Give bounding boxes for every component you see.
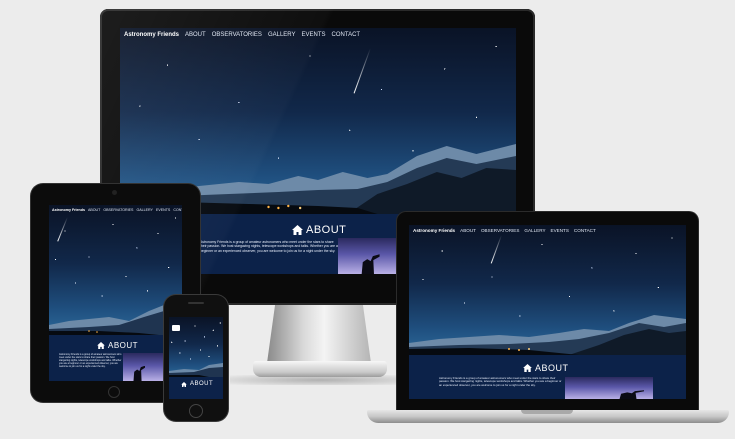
site-brand[interactable]: Astronomy Friends: [413, 228, 455, 233]
mountains: [49, 301, 182, 335]
nav-link-observatories[interactable]: OBSERVATORIES: [103, 208, 133, 212]
nav-link-gallery[interactable]: GALLERY: [268, 32, 296, 38]
site-brand[interactable]: Astronomy Friends: [124, 32, 179, 38]
about-text: Astronomy Friends is a group of amateur …: [200, 240, 338, 253]
about-heading: ABOUT: [181, 381, 213, 387]
about-heading-text: ABOUT: [306, 224, 347, 236]
hero-image: [49, 205, 182, 335]
astronomer-silhouette: [361, 254, 380, 274]
about-image: [123, 353, 165, 381]
nav-link-events[interactable]: EVENTS: [551, 228, 569, 233]
nav-link-about[interactable]: ABOUT: [88, 208, 100, 212]
macbook-screen: Astronomy Friends ABOUT OBSERVATORIES GA…: [409, 225, 686, 399]
about-section: ABOUT: [169, 377, 223, 399]
about-image: [565, 377, 653, 399]
nav-link-events[interactable]: EVENTS: [302, 32, 326, 38]
nav-link-contact[interactable]: CONTACT: [574, 228, 596, 233]
mountains: [169, 361, 223, 377]
hero-image: [409, 225, 686, 355]
about-section: ABOUT Astronomy Friends is a group of am…: [409, 355, 686, 399]
ipad-screen: Astronomy Friends ABOUT OBSERVATORIES GA…: [49, 205, 182, 381]
menu-toggle-icon[interactable]: [172, 325, 180, 331]
nav-link-observatories[interactable]: OBSERVATORIES: [481, 228, 519, 233]
about-section: ABOUT Astronomy Friends is a group of am…: [49, 335, 182, 381]
about-heading-text: ABOUT: [190, 381, 214, 387]
about-text: Astronomy Friends is a group of amateur …: [439, 376, 562, 387]
home-icon: [523, 364, 532, 372]
about-heading-text: ABOUT: [108, 341, 139, 350]
about-text: Astronomy Friends is a group of amateur …: [59, 353, 122, 368]
about-heading: ABOUT: [97, 341, 138, 350]
about-image: [338, 238, 402, 274]
nav-link-about[interactable]: ABOUT: [460, 228, 476, 233]
iphone-screen: ABOUT: [169, 317, 223, 399]
imac-stand-base: [253, 361, 387, 377]
ipad-camera: [112, 190, 117, 195]
nav-link-events[interactable]: EVENTS: [156, 208, 170, 212]
macbook-opening-notch: [521, 410, 573, 414]
site-brand[interactable]: Astronomy Friends: [52, 208, 85, 212]
home-icon: [292, 225, 303, 235]
about-heading-text: ABOUT: [535, 363, 569, 373]
ipad-home-button: [108, 386, 120, 398]
site-navbar: Astronomy Friends ABOUT OBSERVATORIES GA…: [409, 225, 686, 236]
astronomer-silhouette: [133, 365, 146, 381]
astronomer-silhouette: [619, 390, 645, 399]
iphone-home-button: [189, 404, 203, 418]
site-navbar: Astronomy Friends ABOUT OBSERVATORIES GA…: [49, 205, 182, 215]
nav-link-about[interactable]: ABOUT: [185, 32, 206, 38]
nav-link-gallery[interactable]: GALLERY: [136, 208, 153, 212]
iphone-speaker: [188, 302, 204, 304]
site-navbar: Astronomy Friends ABOUT OBSERVATORIES GA…: [120, 28, 516, 42]
nav-link-gallery[interactable]: GALLERY: [524, 228, 545, 233]
about-heading: ABOUT: [292, 224, 346, 236]
nav-link-contact[interactable]: CONTACT: [332, 32, 361, 38]
nav-link-observatories[interactable]: OBSERVATORIES: [212, 32, 262, 38]
home-icon: [181, 381, 187, 387]
nav-link-contact[interactable]: CONTACT: [173, 208, 182, 212]
about-heading: ABOUT: [523, 363, 569, 373]
imac-stand: [267, 303, 371, 363]
mountains: [409, 309, 686, 355]
home-icon: [97, 342, 105, 349]
